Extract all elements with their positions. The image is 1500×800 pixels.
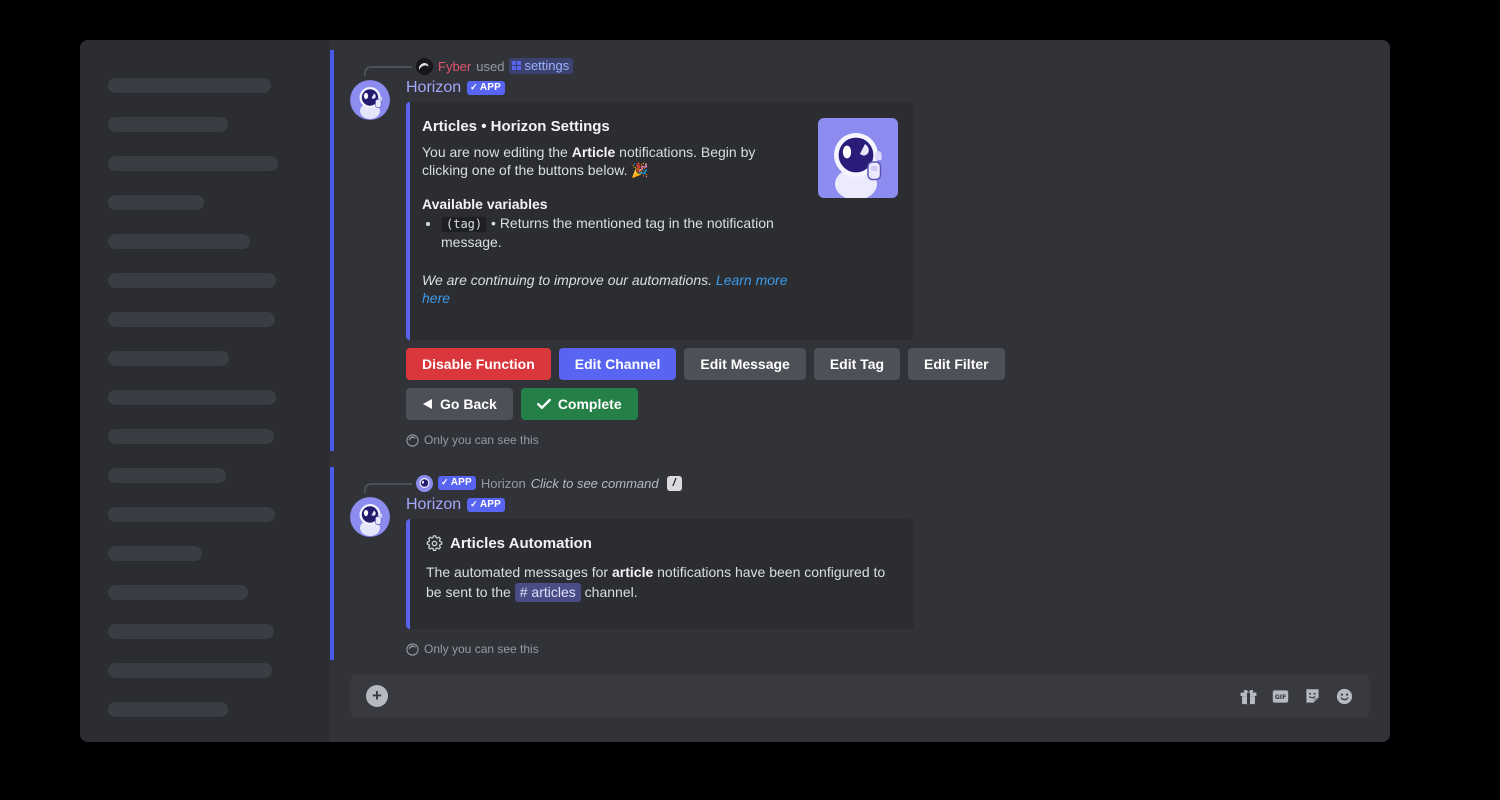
reply-user-name[interactable]: Fyber — [438, 60, 471, 73]
reply-author-name[interactable]: Horizon — [481, 477, 526, 490]
reply-italic-text: Click to see command — [531, 477, 659, 490]
left-triangle-icon — [422, 398, 433, 410]
verified-check-icon: ✓ — [441, 478, 449, 487]
app-badge-label: APP — [480, 82, 501, 93]
edit-message-button[interactable]: Edit Message — [684, 348, 805, 380]
app-badge-label: APP — [480, 499, 501, 510]
sidebar-placeholder-5 — [108, 234, 250, 249]
bot-avatar-icon — [416, 475, 433, 492]
reply-spine-icon — [364, 66, 412, 76]
embed-field-name: Available variables — [422, 196, 804, 212]
composer-actions: GIF — [1239, 687, 1354, 706]
message-input[interactable] — [388, 688, 1239, 705]
sidebar-placeholder-10 — [108, 429, 274, 444]
message-group-automation: ✓APP Horizon Click to see command / — [330, 467, 1390, 660]
sidebar-placeholder-4 — [108, 195, 204, 210]
embed-action-buttons: Disable Function Edit Channel Edit Messa… — [406, 348, 966, 420]
eye-slash-icon — [406, 643, 419, 656]
sidebar-placeholder-1 — [108, 78, 271, 93]
sidebar-placeholder-2 — [108, 117, 228, 132]
sidebar-placeholder-8 — [108, 351, 229, 366]
channel-sidebar — [80, 40, 330, 742]
command-reference-bar-2: ✓APP Horizon Click to see command / — [330, 473, 1390, 493]
disable-function-button[interactable]: Disable Function — [406, 348, 551, 380]
reply-spine-icon — [364, 483, 412, 493]
app-badge: ✓APP — [467, 498, 505, 512]
sidebar-placeholder-6 — [108, 273, 276, 288]
app-badge-reply: ✓APP — [438, 476, 476, 490]
gift-icon[interactable] — [1239, 687, 1258, 706]
go-back-button[interactable]: Go Back — [406, 388, 513, 420]
complete-label: Complete — [558, 396, 622, 412]
app-badge-label: APP — [451, 477, 472, 488]
message-composer[interactable]: + GIF — [350, 674, 1370, 718]
reply-action-text: used — [476, 60, 504, 73]
gear-icon — [426, 535, 443, 552]
sidebar-placeholder-14 — [108, 585, 248, 600]
emoji-icon[interactable] — [1335, 687, 1354, 706]
edit-channel-button[interactable]: Edit Channel — [559, 348, 677, 380]
embed2-title-row: Articles Automation — [426, 535, 898, 552]
sidebar-placeholder-16 — [108, 663, 272, 678]
author-name[interactable]: Horizon — [406, 79, 461, 97]
channel-mention[interactable]: # articles — [515, 583, 581, 602]
message-author-row-2: Horizon ✓APP — [406, 496, 1390, 514]
go-back-label: Go Back — [440, 396, 497, 412]
verified-check-icon: ✓ — [470, 500, 478, 509]
sidebar-placeholder-15 — [108, 624, 274, 639]
slash-command-label: settings — [524, 59, 569, 72]
eye-slash-icon — [406, 434, 419, 447]
astronaut-thumbnail-icon[interactable] — [818, 118, 898, 198]
svg-text:GIF: GIF — [1275, 694, 1287, 701]
embed2-description: The automated messages for article notif… — [426, 563, 898, 602]
check-icon — [537, 398, 551, 410]
sidebar-placeholder-12 — [108, 507, 275, 522]
sticker-icon[interactable] — [1303, 687, 1322, 706]
ephemeral-note: Only you can see this — [406, 433, 1390, 447]
embed-title: Articles • Horizon Settings — [422, 118, 804, 135]
settings-embed: Articles • Horizon Settings You are now … — [406, 102, 914, 340]
edit-tag-button[interactable]: Edit Tag — [814, 348, 900, 380]
astronaut-avatar-icon[interactable] — [350, 497, 390, 537]
ephemeral-note-2: Only you can see this — [406, 642, 1390, 656]
ephemeral-note-text: Only you can see this — [424, 642, 539, 656]
list-item: (tag) • Returns the mentioned tag in the… — [441, 214, 801, 251]
gif-icon[interactable]: GIF — [1271, 687, 1290, 706]
app-badge: ✓APP — [467, 81, 505, 95]
complete-button[interactable]: Complete — [521, 388, 638, 420]
embed-footnote: We are continuing to improve our automat… — [422, 271, 804, 307]
sidebar-placeholder-3 — [108, 156, 278, 171]
sidebar-placeholder-13 — [108, 546, 202, 561]
button-row-2: Go Back Complete — [406, 388, 966, 420]
slash-command-grid-icon — [512, 61, 521, 70]
user-avatar-icon — [416, 58, 433, 75]
variable-code: (tag) — [441, 216, 487, 233]
button-row-1: Disable Function Edit Channel Edit Messa… — [406, 348, 966, 380]
sidebar-placeholder-11 — [108, 468, 226, 483]
message-author-row: Horizon ✓APP — [406, 79, 1390, 97]
discord-window: Fyber used settings — [80, 40, 1390, 742]
slash-command-pill[interactable]: settings — [509, 58, 573, 74]
verified-check-icon: ✓ — [470, 83, 478, 92]
sidebar-placeholder-7 — [108, 312, 275, 327]
embed2-title: Articles Automation — [450, 535, 592, 552]
edit-filter-button[interactable]: Edit Filter — [908, 348, 1005, 380]
composer-wrapper: + GIF — [330, 674, 1390, 742]
message-list: Fyber used settings — [330, 40, 1390, 674]
slash-command-icon[interactable]: / — [667, 476, 682, 491]
sidebar-placeholder-9 — [108, 390, 276, 405]
ephemeral-note-text: Only you can see this — [424, 433, 539, 447]
message-group-settings: Fyber used settings — [330, 50, 1390, 451]
embed-description: You are now editing the Article notifica… — [422, 143, 794, 180]
automation-embed: Articles Automation The automated messag… — [406, 519, 914, 629]
author-name[interactable]: Horizon — [406, 496, 461, 514]
attach-plus-icon[interactable]: + — [366, 685, 388, 707]
astronaut-avatar-icon[interactable] — [350, 80, 390, 120]
command-reference-bar: Fyber used settings — [330, 56, 1390, 76]
chat-area: Fyber used settings — [330, 40, 1390, 742]
sidebar-placeholder-17 — [108, 702, 228, 717]
embed-variable-list: (tag) • Returns the mentioned tag in the… — [422, 214, 801, 251]
